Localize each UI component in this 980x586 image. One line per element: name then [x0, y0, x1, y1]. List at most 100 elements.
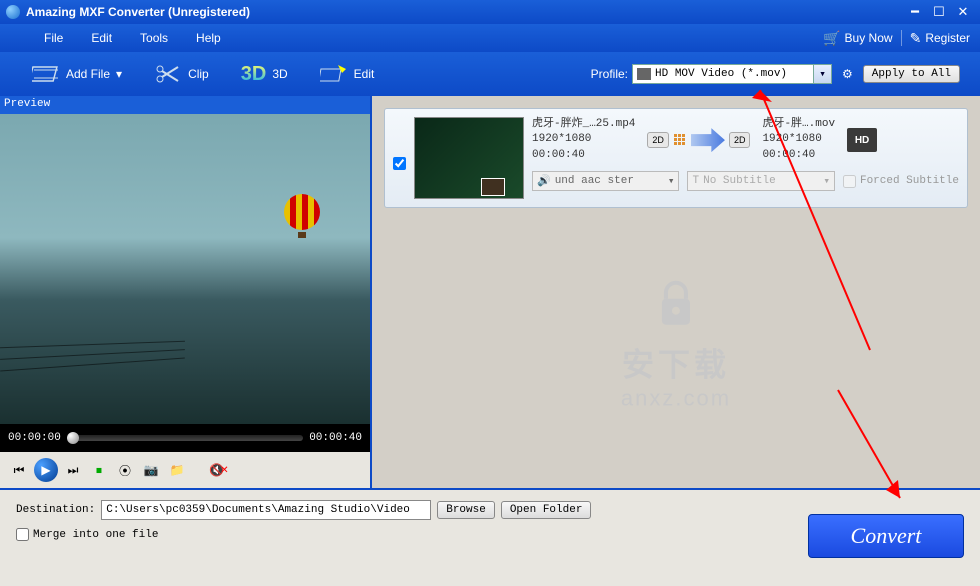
stop-button[interactable]: ⏹ [88, 459, 110, 481]
output-resolution: 1920*1080 [762, 132, 835, 147]
output-2d-badge: 2D [729, 132, 751, 148]
step-button[interactable]: ⦿ [114, 459, 136, 481]
edit-film-icon [320, 63, 348, 85]
convert-button[interactable]: Convert [808, 514, 964, 558]
buy-now-label: Buy Now [845, 31, 893, 45]
3d-button[interactable]: 3D 3D [229, 59, 300, 90]
source-resolution: 1920*1080 [532, 132, 635, 147]
open-folder-button[interactable]: Open Folder [501, 501, 592, 519]
register-link[interactable]: ✎ Register [910, 30, 970, 47]
audio-value: und aac ster [555, 175, 634, 187]
preview-panel: Preview 00:00:00 00:00:40 ⏮ ▶ ⏭ ⏹ ⦿ 📷 📁 [0, 96, 372, 488]
titlebar: Amazing MXF Converter (Unregistered) ━ ☐… [0, 0, 980, 24]
minimize-button[interactable]: ━ [904, 3, 926, 21]
add-file-label: Add File [66, 67, 110, 81]
watermark-en: anxz.com [621, 386, 731, 412]
source-filename: 虎牙-胖炸_…25.mp4 [532, 117, 635, 132]
arrow-icon [691, 128, 725, 152]
buy-now-link[interactable]: 🛒 Buy Now [823, 30, 892, 47]
forced-subtitle-option[interactable]: Forced Subtitle [843, 171, 959, 191]
timeline: 00:00:00 00:00:40 [0, 424, 370, 452]
settings-gear-icon[interactable]: ⚙ [842, 67, 853, 81]
3d-label: 3D [272, 67, 287, 81]
edit-button[interactable]: Edit [308, 59, 387, 89]
subtitle-select[interactable]: T No Subtitle ▾ [687, 171, 834, 191]
menubar: File Edit Tools Help 🛒 Buy Now ✎ Registe… [0, 24, 980, 52]
bottom-bar: Destination: Browse Open Folder Merge in… [0, 488, 980, 586]
watermark-zh: 安下载 [621, 340, 731, 386]
text-icon: T [692, 175, 699, 187]
merge-label: Merge into one file [33, 529, 158, 541]
toolbar: Add File ▾ Clip 3D 3D Edit Profile: HD M… [0, 52, 980, 96]
close-button[interactable]: ✕ [952, 3, 974, 21]
clip-label: Clip [188, 67, 209, 81]
source-info: 虎牙-胖炸_…25.mp4 1920*1080 00:00:40 [532, 117, 635, 163]
next-button[interactable]: ⏭ [62, 459, 84, 481]
hd-badge: HD [847, 128, 877, 152]
destination-label: Destination: [16, 504, 95, 516]
window-title: Amazing MXF Converter (Unregistered) [26, 5, 904, 19]
lock-icon [656, 279, 696, 329]
maximize-button[interactable]: ☐ [928, 3, 950, 21]
speaker-icon: 🔊 [537, 174, 551, 188]
mute-button[interactable]: 🔇✕ [208, 459, 230, 481]
preview-header: Preview [0, 96, 370, 114]
snapshot-button[interactable]: 📷 [140, 459, 162, 481]
chevron-down-icon[interactable]: ▾ [813, 65, 831, 83]
app-icon [6, 5, 20, 19]
grid-icon [673, 133, 687, 147]
chevron-down-icon: ▾ [823, 174, 830, 188]
forced-subtitle-checkbox[interactable] [843, 175, 856, 188]
item-thumbnail[interactable] [414, 117, 524, 199]
conversion-arrow: 2D 2D [647, 128, 750, 152]
input-2d-badge: 2D [647, 132, 669, 148]
wires-graphic [0, 334, 185, 394]
clip-button[interactable]: Clip [142, 59, 221, 89]
destination-input[interactable] [101, 500, 431, 520]
menu-file[interactable]: File [30, 27, 77, 49]
player-controls: ⏮ ▶ ⏭ ⏹ ⦿ 📷 📁 🔇✕ [0, 452, 370, 488]
edit-label: Edit [354, 67, 375, 81]
file-list-panel: 虎牙-胖炸_…25.mp4 1920*1080 00:00:40 2D 2D 虎… [372, 96, 980, 488]
add-file-button[interactable]: Add File ▾ [20, 59, 134, 89]
file-item[interactable]: 虎牙-胖炸_…25.mp4 1920*1080 00:00:40 2D 2D 虎… [384, 108, 968, 208]
apply-to-all-button[interactable]: Apply to All [863, 65, 960, 83]
play-button[interactable]: ▶ [34, 458, 58, 482]
folder-button[interactable]: 📁 [166, 459, 188, 481]
menu-tools[interactable]: Tools [126, 27, 182, 49]
chevron-down-icon: ▾ [668, 174, 675, 188]
mov-format-icon [637, 68, 651, 80]
profile-label: Profile: [591, 67, 628, 81]
output-info: 虎牙-胖….mov 1920*1080 00:00:40 [762, 117, 835, 163]
audio-track-select[interactable]: 🔊 und aac ster ▾ [532, 171, 679, 191]
3d-icon: 3D [241, 63, 267, 86]
preview-video[interactable] [0, 114, 370, 424]
forced-subtitle-label: Forced Subtitle [860, 175, 959, 187]
seek-knob[interactable] [67, 432, 79, 444]
prev-button[interactable]: ⏮ [8, 459, 30, 481]
seek-slider[interactable] [67, 435, 303, 441]
scissors-icon [154, 63, 182, 85]
balloon-graphic [284, 194, 320, 238]
merge-checkbox[interactable] [16, 528, 29, 541]
menu-edit[interactable]: Edit [77, 27, 126, 49]
output-duration: 00:00:40 [762, 148, 835, 163]
subtitle-value: No Subtitle [703, 175, 776, 187]
time-current: 00:00:00 [8, 432, 61, 444]
time-total: 00:00:40 [309, 432, 362, 444]
output-filename: 虎牙-胖….mov [762, 117, 835, 132]
film-icon [32, 63, 60, 85]
separator [901, 30, 902, 46]
thumbnail-pip [481, 178, 505, 196]
item-checkbox[interactable] [393, 157, 406, 170]
browse-button[interactable]: Browse [437, 501, 495, 519]
menu-help[interactable]: Help [182, 27, 235, 49]
dropdown-arrow-icon: ▾ [116, 67, 122, 81]
window-controls: ━ ☐ ✕ [904, 3, 974, 21]
watermark: 安下载 anxz.com [621, 279, 731, 412]
register-label: Register [925, 31, 970, 45]
profile-select[interactable]: HD MOV Video (*.mov) ▾ [632, 64, 832, 84]
cart-icon: 🛒 [823, 30, 840, 47]
source-duration: 00:00:40 [532, 148, 635, 163]
main-area: Preview 00:00:00 00:00:40 ⏮ ▶ ⏭ ⏹ ⦿ 📷 📁 [0, 96, 980, 488]
